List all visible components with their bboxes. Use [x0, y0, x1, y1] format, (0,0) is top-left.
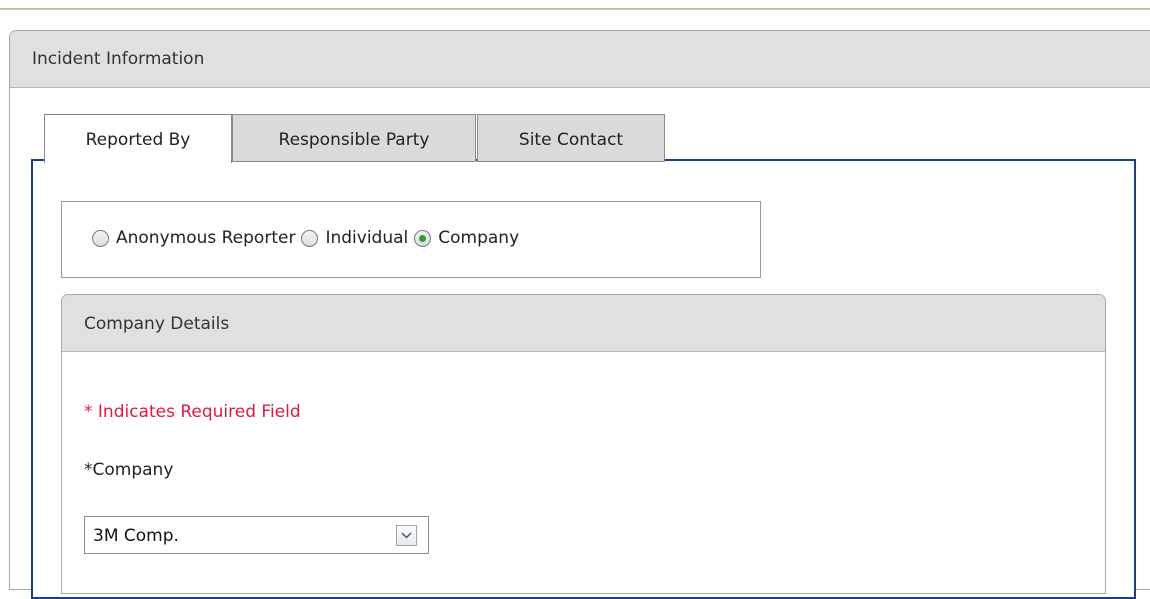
radio-anonymous-reporter[interactable]: Anonymous Reporter	[92, 228, 295, 248]
radio-company[interactable]: Company	[414, 228, 519, 248]
company-select[interactable]: 3M Comp.	[84, 516, 429, 554]
panel-header: Incident Information	[10, 31, 1150, 88]
reporter-type-group: Anonymous Reporter Individual Company	[61, 201, 761, 278]
tab-site-contact[interactable]: Site Contact	[477, 114, 665, 162]
reporter-type-options: Anonymous Reporter Individual Company	[92, 228, 525, 248]
panel-title: Incident Information	[32, 49, 205, 69]
top-divider	[0, 8, 1150, 10]
required-field-note: * Indicates Required Field	[84, 402, 301, 422]
company-details-header: Company Details	[62, 295, 1105, 352]
radio-unchecked-icon[interactable]	[301, 229, 319, 247]
dropdown-button[interactable]	[396, 525, 417, 546]
radio-label-individual: Individual	[325, 228, 409, 248]
tab-responsible-party[interactable]: Responsible Party	[232, 114, 476, 162]
radio-individual[interactable]: Individual	[301, 228, 408, 248]
company-field-label: *Company	[84, 460, 174, 480]
radio-checked-icon[interactable]	[414, 229, 432, 247]
tab-reported-by[interactable]: Reported By	[44, 114, 232, 163]
radio-unchecked-icon[interactable]	[92, 229, 109, 247]
radio-label-company: Company	[438, 228, 520, 248]
radio-label-anonymous-reporter: Anonymous Reporter	[116, 228, 296, 248]
company-select-value: 3M Comp.	[93, 526, 179, 546]
chevron-down-icon	[401, 532, 412, 539]
company-details-title: Company Details	[84, 314, 230, 334]
company-details-panel: Company Details * Indicates Required Fie…	[61, 294, 1106, 594]
